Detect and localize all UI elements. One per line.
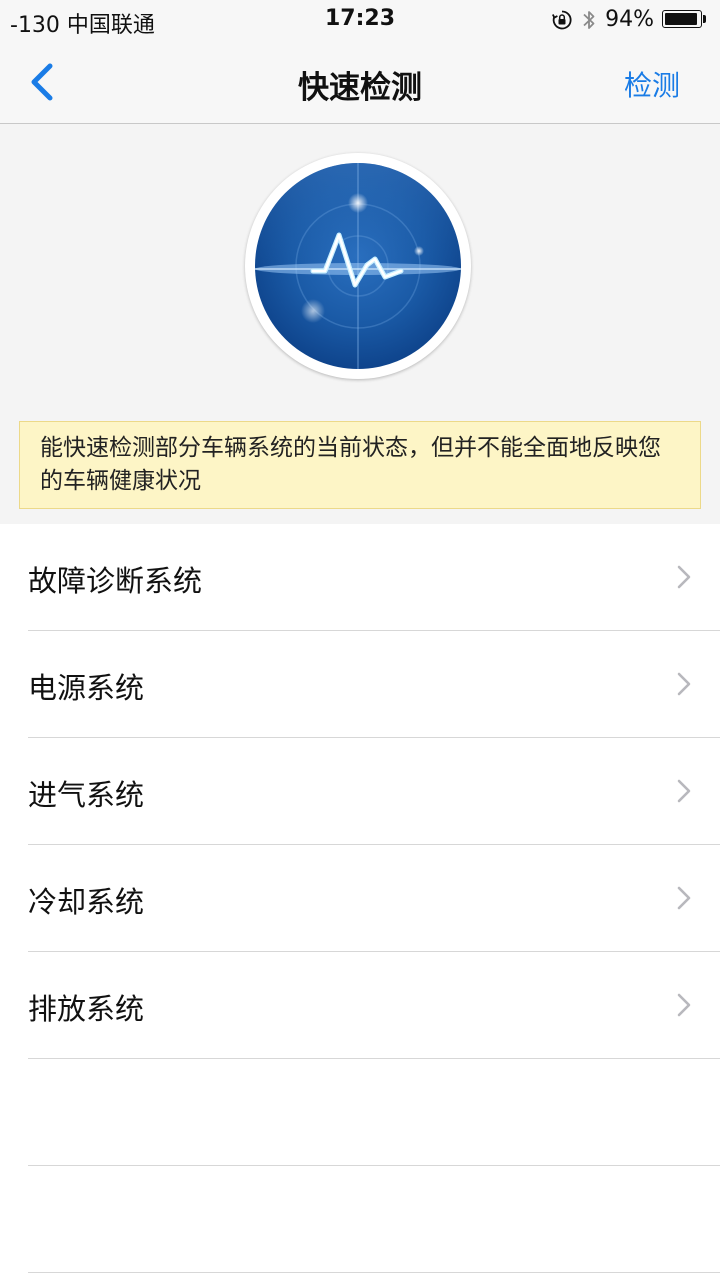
list-item-cooling[interactable]: 冷却系统 xyxy=(0,845,720,952)
rotation-lock-icon xyxy=(552,10,572,29)
chevron-right-icon xyxy=(677,886,691,910)
divider xyxy=(28,1272,720,1273)
detect-button[interactable]: 检测 xyxy=(624,64,680,104)
chevron-right-icon xyxy=(677,993,691,1017)
battery-icon xyxy=(662,9,708,30)
hero-section: 能快速检测部分车辆系统的当前状态，但并不能全面地反映您的车辆健康状况 xyxy=(0,124,720,524)
list-item-label: 冷却系统 xyxy=(28,885,145,919)
chevron-right-icon xyxy=(677,672,691,696)
list-item-label: 排放系统 xyxy=(28,992,145,1026)
status-bar: -130 中国联通 17:23 94% xyxy=(0,0,720,40)
battery-fill xyxy=(665,12,697,25)
list-item-fault-diagnosis[interactable]: 故障诊断系统 xyxy=(0,524,720,631)
list-item-power[interactable]: 电源系统 xyxy=(0,631,720,738)
battery-percent: 94% xyxy=(605,7,654,32)
radar-badge xyxy=(245,153,471,379)
chevron-right-icon xyxy=(677,565,691,589)
empty-row xyxy=(0,1166,720,1273)
radar-heartbeat-icon xyxy=(255,163,461,369)
battery-body xyxy=(662,9,702,28)
page-title: 快速检测 xyxy=(298,70,422,106)
list-item-label: 电源系统 xyxy=(28,671,145,705)
list-item-label: 故障诊断系统 xyxy=(28,564,203,598)
systems-list: 故障诊断系统 电源系统 进气系统 冷却系统 排放系统 xyxy=(0,524,720,1273)
bluetooth-icon xyxy=(583,10,595,29)
notice-banner: 能快速检测部分车辆系统的当前状态，但并不能全面地反映您的车辆健康状况 xyxy=(19,421,701,509)
list-item-label: 进气系统 xyxy=(28,778,145,812)
status-right-group: 94% xyxy=(551,7,708,32)
list-item-intake[interactable]: 进气系统 xyxy=(0,738,720,845)
navigation-bar: 快速检测 检测 xyxy=(0,40,720,124)
chevron-right-icon xyxy=(677,779,691,803)
battery-nub xyxy=(703,14,706,23)
empty-row xyxy=(0,1059,720,1166)
list-item-emission[interactable]: 排放系统 xyxy=(0,952,720,1059)
